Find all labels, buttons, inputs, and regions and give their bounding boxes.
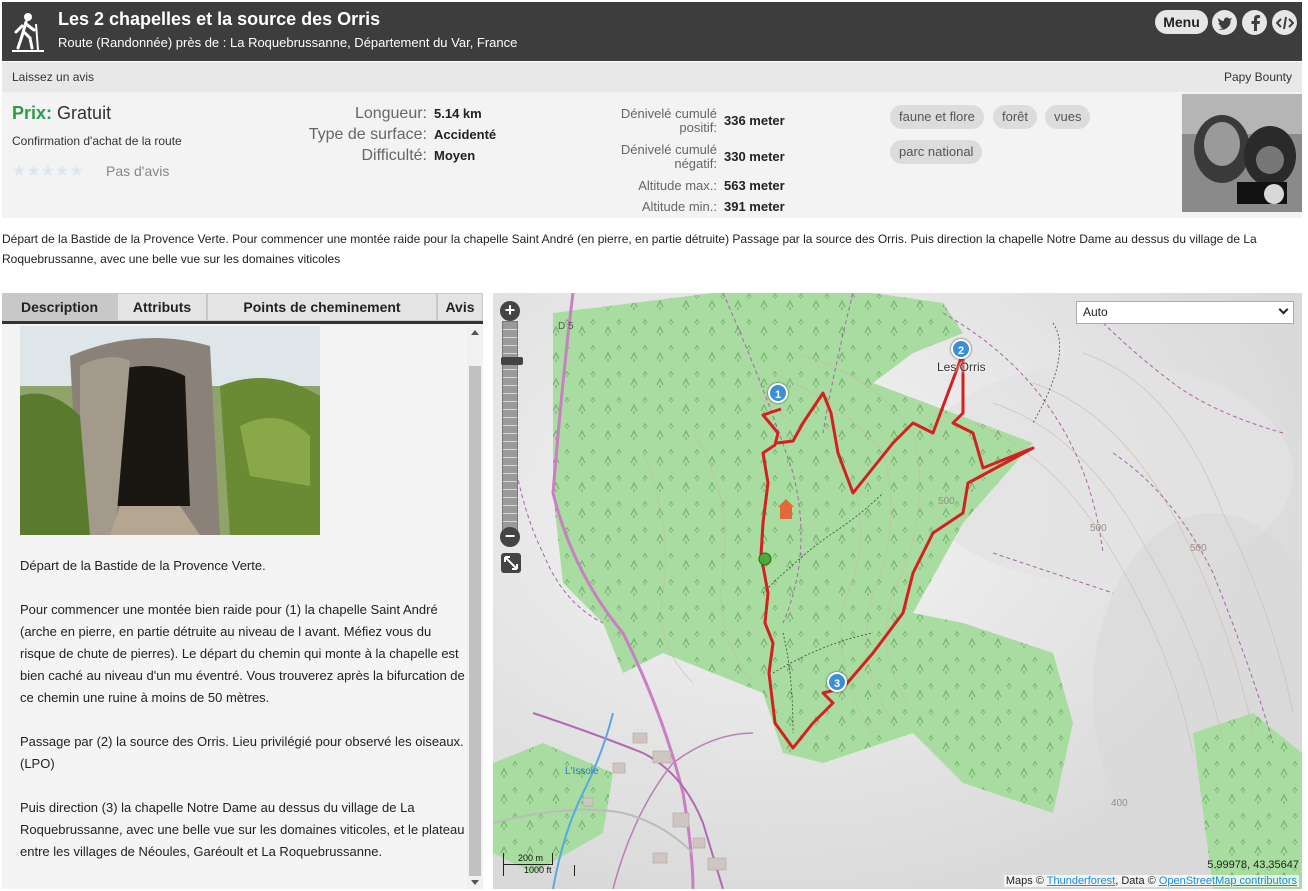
description-paragraph: Pour commencer une montée bien raide pou… bbox=[20, 602, 465, 705]
altitude-min-label: Altitude min.: bbox=[641, 199, 717, 214]
place-label: Les Orris bbox=[937, 360, 986, 374]
twitter-icon bbox=[1217, 16, 1232, 30]
page-subtitle: Route (Randonnée) près de : La Roquebrus… bbox=[58, 35, 518, 50]
tab-underline bbox=[2, 321, 483, 324]
scroll-thumb[interactable] bbox=[469, 366, 481, 876]
description-content: Départ de la Bastide de la Provence Vert… bbox=[20, 326, 465, 885]
details-panel: Description Attributs Points de cheminem… bbox=[2, 293, 483, 889]
price-value: Gratuit bbox=[57, 103, 112, 123]
scroll-up-arrow-icon[interactable] bbox=[471, 330, 479, 335]
leave-review-link[interactable]: Laissez un avis bbox=[12, 70, 94, 84]
fullscreen-button[interactable] bbox=[501, 553, 521, 573]
facebook-icon bbox=[1251, 14, 1260, 31]
expand-icon bbox=[504, 556, 518, 570]
zoom-control[interactable]: + − bbox=[499, 299, 523, 549]
price-label: Prix: bbox=[12, 103, 53, 123]
contour-label: 500 bbox=[938, 496, 955, 507]
elevation-loss-value: 330 meter bbox=[724, 149, 785, 164]
route-info-panel: Prix: Gratuit Confirmation d'achat de la… bbox=[2, 92, 1302, 218]
embed-code-button[interactable] bbox=[1272, 10, 1297, 35]
scale-imperial: 1000 ft bbox=[503, 865, 575, 876]
chevron-down-icon bbox=[1278, 304, 1289, 315]
rating-text: Pas d'avis bbox=[106, 163, 170, 179]
elevation-gain-label-line2: positif: bbox=[679, 120, 717, 135]
tab-bar: Description Attributs Points de cheminem… bbox=[2, 293, 483, 324]
altitude-min-value: 391 meter bbox=[724, 199, 785, 214]
star-icon[interactable]: ★ bbox=[69, 163, 83, 180]
altitude-max-label: Altitude max.: bbox=[638, 178, 717, 193]
map-layer-value: Auto bbox=[1083, 305, 1108, 319]
zoom-in-button[interactable]: + bbox=[500, 301, 520, 321]
contour-label: 500 bbox=[1190, 543, 1207, 554]
waypoint-marker-3[interactable]: 3 bbox=[827, 672, 847, 692]
length-value: 5.14 km bbox=[434, 106, 482, 121]
menu-button[interactable]: Menu bbox=[1155, 10, 1208, 34]
length-label: Longueur: bbox=[354, 105, 427, 122]
elevation-gain-label: Dénivelé cumulé positif: bbox=[592, 107, 717, 135]
twitter-share-button[interactable] bbox=[1212, 10, 1237, 35]
rating-stars[interactable]: ★★★★★ bbox=[12, 161, 84, 181]
route-map[interactable]: 500 500 500 400 D 5 L'Issole 1 2 3 Les O… bbox=[493, 293, 1302, 889]
thunderforest-link[interactable]: Thunderforest bbox=[1047, 875, 1115, 887]
star-icon[interactable]: ★ bbox=[12, 163, 26, 180]
map-attribution: Maps © Thunderforest, Data © OpenStreetM… bbox=[1003, 875, 1299, 887]
map-layer-select[interactable]: Auto bbox=[1076, 301, 1294, 324]
scroll-down-arrow-icon[interactable] bbox=[471, 880, 479, 885]
tab-reviews[interactable]: Avis bbox=[437, 293, 483, 321]
attribution-middle: , Data © bbox=[1115, 875, 1156, 887]
tag-views[interactable]: vues bbox=[1045, 105, 1091, 129]
facebook-share-button[interactable] bbox=[1242, 10, 1267, 35]
page-header: Les 2 chapelles et la source des Orris R… bbox=[2, 2, 1302, 61]
elevation-gain-label-line1: Dénivelé cumulé bbox=[620, 106, 717, 121]
tag-forest[interactable]: forêt bbox=[993, 105, 1038, 129]
attribution-prefix: Maps © bbox=[1005, 875, 1044, 887]
map-scale: 200 m 1000 ft bbox=[503, 853, 575, 876]
tag-fauna-flora[interactable]: faune et flore bbox=[890, 105, 984, 129]
difficulty-label: Difficulté: bbox=[361, 147, 427, 164]
route-summary: Départ de la Bastide de la Provence Vert… bbox=[2, 232, 1257, 266]
chapel-ruin-photo bbox=[20, 326, 320, 535]
tab-attributes[interactable]: Attributs bbox=[117, 293, 207, 321]
description-paragraph: Départ de la Bastide de la Provence Vert… bbox=[20, 558, 266, 573]
waypoint-marker-2[interactable]: 2 bbox=[951, 339, 971, 359]
elevation-loss-label-line1: Dénivelé cumulé bbox=[620, 142, 717, 157]
elevation-loss-label: Dénivelé cumulé négatif: bbox=[592, 143, 717, 171]
scale-metric: 200 m bbox=[503, 853, 553, 865]
tab-description[interactable]: Description bbox=[2, 293, 117, 321]
purchase-confirmation: Confirmation d'achat de la route bbox=[12, 134, 182, 148]
openstreetmap-link[interactable]: OpenStreetMap contributors bbox=[1159, 875, 1297, 887]
review-bar: Laissez un avis Papy Bounty bbox=[2, 62, 1302, 92]
surface-value: Accidenté bbox=[434, 127, 497, 142]
tag-national-park[interactable]: parc national bbox=[890, 140, 983, 164]
map-canvas[interactable] bbox=[493, 293, 1302, 889]
author-avatar[interactable] bbox=[1182, 94, 1302, 212]
road-label: D 5 bbox=[558, 321, 574, 332]
altitude-max-value: 563 meter bbox=[724, 178, 785, 193]
zoom-slider-handle[interactable] bbox=[501, 357, 523, 365]
surface-label: Type de surface: bbox=[308, 126, 427, 143]
price: Prix: Gratuit bbox=[12, 103, 111, 124]
contour-label: 500 bbox=[1090, 523, 1107, 534]
description-scrollbar[interactable] bbox=[467, 326, 483, 889]
tab-waypoints[interactable]: Points de cheminement bbox=[207, 293, 437, 321]
star-icon[interactable]: ★ bbox=[55, 163, 69, 180]
contour-label: 400 bbox=[1111, 798, 1128, 809]
description-paragraph: Puis direction (3) la chapelle Notre Dam… bbox=[20, 800, 465, 859]
difficulty-value: Moyen bbox=[434, 148, 476, 163]
elevation-gain-value: 336 meter bbox=[724, 113, 785, 128]
page-title: Les 2 chapelles et la source des Orris bbox=[58, 9, 381, 29]
zoom-out-button[interactable]: − bbox=[500, 527, 520, 547]
star-icon[interactable]: ★ bbox=[26, 163, 40, 180]
star-icon[interactable]: ★ bbox=[41, 163, 55, 180]
embed-code-icon bbox=[1275, 16, 1294, 29]
author-link[interactable]: Papy Bounty bbox=[1224, 70, 1292, 84]
description-paragraph: Passage par (2) la source des Orris. Lie… bbox=[20, 734, 464, 771]
cursor-coordinates: 5.99978, 43.35647 bbox=[1207, 859, 1299, 871]
waypoint-marker-1[interactable]: 1 bbox=[768, 383, 788, 403]
elevation-loss-label-line2: négatif: bbox=[674, 156, 717, 171]
hiker-icon bbox=[12, 13, 44, 52]
river-label: L'Issole bbox=[565, 766, 599, 777]
zoom-slider[interactable] bbox=[501, 321, 523, 531]
